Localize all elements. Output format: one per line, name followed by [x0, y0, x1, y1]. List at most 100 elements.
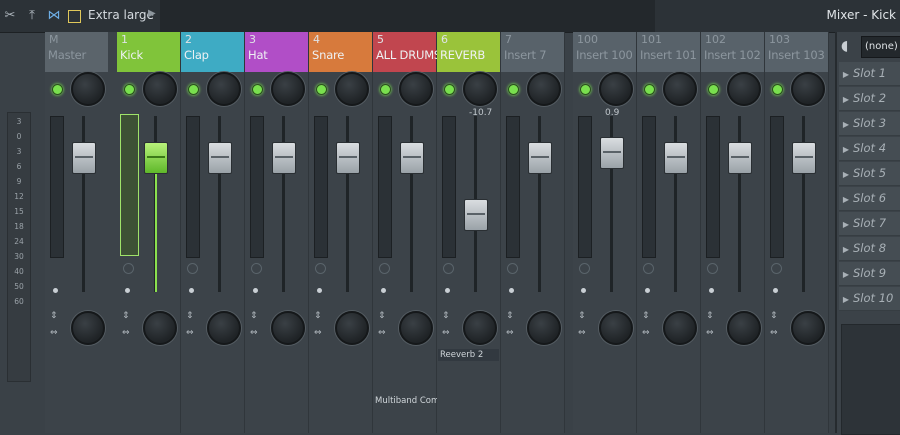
route-select[interactable]: (none) — [861, 36, 900, 58]
clock-icon[interactable] — [707, 263, 718, 274]
stereo-knob[interactable] — [399, 311, 433, 345]
pan-knob[interactable] — [71, 72, 105, 106]
stereo-knob[interactable] — [71, 311, 105, 345]
swap-vertical-icon[interactable]: ⇕ — [642, 312, 650, 321]
insert-slot[interactable]: ▶ Slot 7 — [839, 212, 900, 236]
mute-led[interactable] — [252, 84, 263, 95]
record-dot[interactable] — [189, 288, 194, 293]
clock-icon[interactable] — [187, 263, 198, 274]
swap-horizontal-icon[interactable]: ⇔ — [314, 329, 322, 338]
swap-horizontal-icon[interactable]: ⇔ — [770, 329, 778, 338]
stereo-knob[interactable] — [599, 311, 633, 345]
mute-led[interactable] — [580, 84, 591, 95]
layout-icon[interactable] — [66, 8, 82, 24]
insert-slot[interactable]: ▶ Slot 5 — [839, 162, 900, 186]
swap-vertical-icon[interactable]: ⇕ — [50, 312, 58, 321]
stereo-knob[interactable] — [207, 311, 241, 345]
clock-icon[interactable] — [123, 263, 134, 274]
mute-led[interactable] — [380, 84, 391, 95]
swap-horizontal-icon[interactable]: ⇔ — [442, 329, 450, 338]
stereo-knob[interactable] — [335, 311, 369, 345]
pan-knob[interactable] — [335, 72, 369, 106]
record-dot[interactable] — [509, 288, 514, 293]
record-dot[interactable] — [645, 288, 650, 293]
volume-fader[interactable] — [272, 142, 296, 174]
clock-icon[interactable] — [443, 263, 454, 274]
swap-horizontal-icon[interactable]: ⇔ — [706, 329, 714, 338]
mute-led[interactable] — [316, 84, 327, 95]
bowtie-icon[interactable]: ⋈ — [46, 8, 62, 24]
swap-vertical-icon[interactable]: ⇕ — [770, 312, 778, 321]
mixer-strip[interactable]: 101 Insert 101 ⇕ ⇔ — [637, 32, 701, 433]
insert-slot[interactable]: ▶ Slot 6 — [839, 187, 900, 211]
stereo-knob[interactable] — [727, 311, 761, 345]
strip-header[interactable]: 100 Insert 100 — [573, 32, 636, 72]
mixer-strip[interactable]: 6 REVERB -10.7 ⇕ ⇔ Reeverb 2 — [437, 32, 501, 433]
pan-knob[interactable] — [399, 72, 433, 106]
swap-vertical-icon[interactable]: ⇕ — [506, 312, 514, 321]
strip-header[interactable]: 103 Insert 103 — [765, 32, 828, 72]
insert-slot[interactable]: ▶ Slot 1 — [839, 62, 900, 86]
insert-slot[interactable]: ▶ Slot 8 — [839, 237, 900, 261]
volume-fader[interactable] — [464, 199, 488, 231]
pan-knob[interactable] — [143, 72, 177, 106]
strip-header[interactable]: 102 Insert 102 — [701, 32, 764, 72]
record-dot[interactable] — [317, 288, 322, 293]
volume-fader[interactable] — [400, 142, 424, 174]
stereo-knob[interactable] — [143, 311, 177, 345]
chevron-right-icon[interactable]: ▶ — [148, 8, 156, 19]
mixer-strip[interactable]: 100 Insert 100 0.9 ⇕ ⇔ — [573, 32, 637, 433]
mixer-strip[interactable]: 3 Hat ⇕ ⇔ — [245, 32, 309, 433]
strip-header[interactable]: 4 Snare — [309, 32, 372, 72]
strip-header[interactable]: 5 ALL DRUMS — [373, 32, 441, 72]
volume-fader[interactable] — [144, 142, 168, 174]
clock-icon[interactable] — [771, 263, 782, 274]
speaker-icon[interactable]: ◖ — [841, 38, 859, 56]
swap-horizontal-icon[interactable]: ⇔ — [578, 329, 586, 338]
volume-fader[interactable] — [792, 142, 816, 174]
mixer-strip[interactable]: M Master ⇕ ⇔ — [45, 32, 118, 433]
record-dot[interactable] — [125, 288, 130, 293]
pan-knob[interactable] — [207, 72, 241, 106]
strip-header[interactable]: M Master — [45, 32, 108, 72]
swap-horizontal-icon[interactable]: ⇔ — [50, 329, 58, 338]
mute-led[interactable] — [708, 84, 719, 95]
clock-icon[interactable] — [643, 263, 654, 274]
stereo-knob[interactable] — [791, 311, 825, 345]
swap-horizontal-icon[interactable]: ⇔ — [122, 329, 130, 338]
mute-led[interactable] — [124, 84, 135, 95]
mixer-strip[interactable]: 1 Kick ⇕ ⇔ — [117, 32, 181, 433]
mixer-strip[interactable]: 2 Clap ⇕ ⇔ — [181, 32, 245, 433]
pan-knob[interactable] — [463, 72, 497, 106]
pan-knob[interactable] — [271, 72, 305, 106]
volume-fader[interactable] — [664, 142, 688, 174]
mixer-strip[interactable]: 102 Insert 102 ⇕ ⇔ — [701, 32, 765, 433]
stereo-knob[interactable] — [663, 311, 697, 345]
mixer-strip[interactable]: 5 ALL DRUMS ⇕ ⇔ Multiband Comp — [373, 32, 445, 433]
strip-header[interactable]: 2 Clap — [181, 32, 244, 72]
pin-icon[interactable]: ⤒ — [24, 8, 40, 24]
mute-led[interactable] — [772, 84, 783, 95]
swap-vertical-icon[interactable]: ⇕ — [250, 312, 258, 321]
mute-led[interactable] — [52, 84, 63, 95]
swap-vertical-icon[interactable]: ⇕ — [442, 312, 450, 321]
clock-icon[interactable] — [251, 263, 262, 274]
insert-slot[interactable]: ▶ Slot 2 — [839, 87, 900, 111]
cut-icon[interactable]: ✂ — [2, 8, 18, 24]
swap-horizontal-icon[interactable]: ⇔ — [378, 329, 386, 338]
record-dot[interactable] — [381, 288, 386, 293]
pan-knob[interactable] — [791, 72, 825, 106]
insert-slot[interactable]: ▶ Slot 4 — [839, 137, 900, 161]
record-dot[interactable] — [445, 288, 450, 293]
clock-icon[interactable] — [579, 263, 590, 274]
swap-vertical-icon[interactable]: ⇕ — [578, 312, 586, 321]
strip-header[interactable]: 101 Insert 101 — [637, 32, 700, 72]
swap-horizontal-icon[interactable]: ⇔ — [642, 329, 650, 338]
pan-knob[interactable] — [527, 72, 561, 106]
insert-slot[interactable]: ▶ Slot 10 — [839, 287, 900, 311]
clock-icon[interactable] — [315, 263, 326, 274]
volume-fader[interactable] — [72, 142, 96, 174]
swap-vertical-icon[interactable]: ⇕ — [186, 312, 194, 321]
preset-selector[interactable]: Extra large — [88, 8, 154, 22]
record-dot[interactable] — [709, 288, 714, 293]
